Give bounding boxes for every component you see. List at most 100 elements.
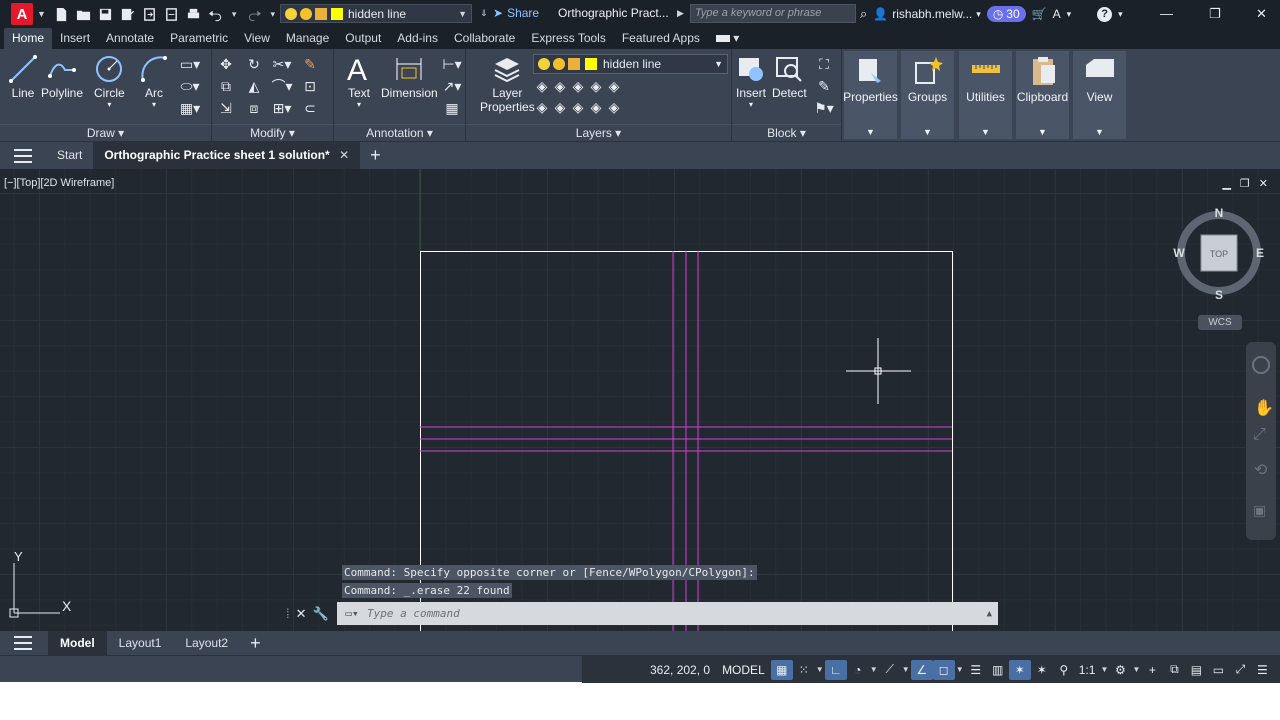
utilities-tile[interactable]: Utilities ▼	[959, 51, 1012, 139]
fillet-icon[interactable]: ⌒▾	[268, 75, 296, 97]
insert-button[interactable]: Insert ▾	[736, 54, 766, 109]
offset-icon[interactable]: ⊂	[296, 97, 324, 119]
tab-layout2[interactable]: Layout2	[173, 631, 240, 655]
restore-icon[interactable]: ❐	[1209, 6, 1221, 22]
user-account-menu[interactable]: 👤 rishabh.melw... ▾	[873, 7, 981, 21]
quick-properties-icon[interactable]: ▤	[1185, 660, 1207, 680]
save-as-icon[interactable]	[118, 4, 138, 24]
customization-menu-icon[interactable]: ☰	[1251, 660, 1273, 680]
cursor-coordinates[interactable]: 362, 202, 0	[650, 663, 710, 677]
chevron-down-icon[interactable]: ▾	[749, 100, 753, 109]
trim-icon[interactable]: ✂▾	[268, 53, 296, 75]
layer-unlock-icon[interactable]: ◈	[587, 97, 605, 118]
hatch-icon[interactable]: ⬭▾	[170, 75, 210, 97]
undo-dropdown-icon[interactable]: ▾	[232, 9, 237, 20]
chevron-down-icon[interactable]: ▼	[815, 665, 825, 674]
line-button[interactable]: Line	[8, 54, 38, 100]
layer-isolate-icon[interactable]: ◈	[551, 76, 569, 97]
ribbon-minimize-toggle[interactable]: ▾	[708, 28, 747, 49]
export-icon[interactable]	[162, 4, 182, 24]
chevron-down-icon[interactable]: ▼	[869, 665, 879, 674]
rectangle-icon[interactable]: ▭▾	[170, 53, 210, 75]
grip-handle-icon[interactable]: ⁞	[286, 606, 290, 621]
new-tab-plus-icon[interactable]: +	[370, 145, 381, 166]
leader-icon[interactable]: ↗▾	[438, 75, 466, 97]
create-block-icon[interactable]: ⛶	[810, 53, 838, 75]
chevron-down-icon[interactable]: ▾	[357, 100, 361, 109]
command-history-toggle-icon[interactable]: ▲	[987, 609, 992, 619]
table-icon[interactable]: ▦	[438, 97, 466, 119]
edit-block-icon[interactable]: ✎	[810, 75, 838, 97]
zoom-extents-icon[interactable]: ⤢	[1253, 426, 1266, 444]
isodraft-icon[interactable]: ⟋	[879, 660, 901, 680]
chevron-down-icon[interactable]: ▼	[714, 59, 723, 69]
annotation-scale-icon[interactable]: ⚲	[1053, 660, 1075, 680]
array-icon[interactable]: ⊡	[296, 75, 324, 97]
chevron-down-icon[interactable]: ▼	[1099, 665, 1109, 674]
search-icon[interactable]: ⌕	[860, 6, 867, 22]
unlock-icon[interactable]	[315, 7, 327, 20]
rotate-icon[interactable]: ↻	[240, 53, 268, 75]
tab-layout1[interactable]: Layout1	[107, 631, 174, 655]
import-icon[interactable]	[140, 4, 160, 24]
undo-icon[interactable]	[206, 4, 226, 24]
tab-model[interactable]: Model	[48, 631, 107, 655]
annotation-scale-value[interactable]: 1:1	[1079, 663, 1096, 677]
save-icon[interactable]	[96, 4, 116, 24]
transparency-icon[interactable]: ▥	[987, 660, 1009, 680]
annotation-visibility-icon[interactable]: ✶	[1008, 659, 1031, 680]
viewcube[interactable]: TOP N S E W	[1172, 205, 1266, 299]
chevron-down-icon[interactable]: ▾	[1118, 9, 1123, 20]
layer-match-icon[interactable]: ◈	[605, 76, 623, 97]
tab-home[interactable]: Home	[4, 28, 53, 49]
tab-start[interactable]: Start	[46, 142, 93, 169]
modify-panel-title[interactable]: Modify ▾	[212, 124, 333, 140]
tab-annotate[interactable]: Annotate	[98, 28, 162, 49]
layer-freeze-icon[interactable]: ◈	[569, 76, 587, 97]
tab-view[interactable]: View	[236, 28, 278, 49]
mirror-icon[interactable]: ◭	[240, 75, 268, 97]
groups-tile[interactable]: Groups ▼	[901, 51, 954, 139]
scale-icon[interactable]: ⧈	[240, 97, 268, 119]
search-input[interactable]: Type a keyword or phrase	[690, 4, 856, 23]
layer-lock-icon[interactable]: ◈	[587, 76, 605, 97]
chevron-down-icon[interactable]: ▼	[1131, 665, 1141, 674]
rectangular-array-icon[interactable]: ⊞▾	[268, 97, 296, 119]
chevron-down-icon[interactable]: ▼	[955, 665, 965, 674]
new-layout-plus-icon[interactable]: +	[250, 633, 261, 654]
layer-thaw-icon[interactable]: ◈	[569, 97, 587, 118]
close-tab-icon[interactable]: ✕	[339, 148, 349, 162]
sun-icon[interactable]	[300, 7, 312, 20]
layer-properties-button[interactable]: Layer Properties	[480, 54, 535, 114]
help-icon[interactable]: ?	[1097, 6, 1113, 22]
new-file-icon[interactable]	[52, 4, 72, 24]
share-button[interactable]: ➤ Share	[493, 6, 539, 20]
draw-panel-title[interactable]: Draw ▾	[0, 124, 211, 140]
properties-tile[interactable]: Properties ▼	[843, 51, 898, 139]
clean-screen-icon[interactable]: ⤢	[1229, 660, 1251, 680]
redo-dropdown-icon[interactable]: ▾	[270, 9, 275, 20]
chevron-down-icon[interactable]: ▾	[152, 100, 156, 109]
tab-express-tools[interactable]: Express Tools	[523, 28, 613, 49]
auto-scale-icon[interactable]: ✶	[1031, 660, 1053, 680]
detect-button[interactable]: Detect	[772, 54, 807, 100]
object-snap-tracking-icon[interactable]: ∠	[910, 659, 933, 680]
tab-insert[interactable]: Insert	[52, 28, 98, 49]
quick-layer-dropdown[interactable]: hidden line ▼	[280, 4, 472, 23]
orbit-icon[interactable]: ⟲	[1254, 460, 1267, 480]
cart-icon[interactable]: 🛒	[1032, 7, 1047, 21]
app-menu-caret-icon[interactable]: ▼	[37, 9, 46, 19]
layer-on-icon[interactable]: ◈	[533, 97, 551, 118]
sun-icon[interactable]	[553, 58, 565, 70]
isolate-objects-icon[interactable]: ▭	[1207, 660, 1229, 680]
circle-button[interactable]: Circle ▾	[94, 54, 125, 109]
showmotion-icon[interactable]: ▣	[1253, 502, 1266, 519]
chevron-down-icon[interactable]: ▼	[458, 9, 467, 19]
grid-display-icon[interactable]: ▦	[770, 659, 793, 680]
drawing-canvas[interactable]: [−][Top][2D Wireframe] ▁ ❐ ✕ TOP N S E W	[0, 169, 1280, 631]
clipboard-tile[interactable]: Clipboard ▼	[1016, 51, 1069, 139]
move-icon[interactable]: ✥	[212, 53, 240, 75]
block-panel-title[interactable]: Block ▾	[732, 124, 841, 140]
minimize-icon[interactable]: —	[1160, 6, 1173, 21]
lineweight-icon[interactable]: ☰	[965, 660, 987, 680]
